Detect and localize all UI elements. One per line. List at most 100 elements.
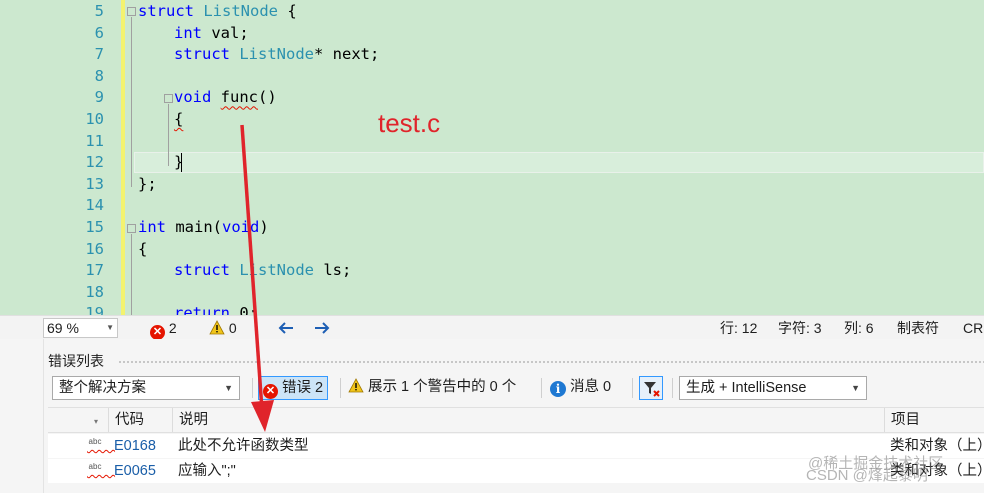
code-line-5: struct ListNode {: [138, 1, 297, 23]
errors-filter-button[interactable]: ✕ 错误 2: [258, 376, 329, 400]
watermark-text: CSDN @烽起黎明: [806, 467, 928, 484]
code-line-7: struct ListNode* next;: [174, 44, 379, 66]
filter-toggle-button[interactable]: [639, 376, 663, 400]
fold-collapse-icon[interactable]: [127, 7, 136, 16]
column-header-description[interactable]: 说明: [172, 408, 884, 432]
line-ending-indicator[interactable]: CRL: [963, 319, 984, 337]
change-tracking-bar: [121, 0, 125, 315]
code-text: {: [174, 110, 184, 128]
warning-icon: [209, 320, 225, 335]
zoom-value: 69 %: [47, 320, 79, 336]
code-line-9: void func(): [174, 87, 277, 109]
keyword: void: [222, 218, 260, 236]
toolbar-separator: [252, 378, 253, 398]
keyword: struct: [138, 2, 194, 20]
code-text: (: [212, 218, 223, 236]
line-number: 15: [85, 218, 104, 236]
warnings-filter-label: 展示 1 个警告中的 0 个: [368, 379, 517, 395]
row-indicator: 行: 12: [720, 320, 758, 336]
tab-mode-indicator[interactable]: 制表符: [897, 319, 939, 337]
keyword: struct: [174, 45, 230, 64]
code-text: (): [258, 88, 277, 107]
sort-grip-icon[interactable]: ▾: [94, 408, 106, 432]
fold-guide: [131, 17, 132, 187]
code-text: * next;: [314, 45, 380, 64]
line-number: 16: [85, 239, 104, 258]
spelling-error-icon: abc~~~~~~~~: [88, 462, 102, 471]
toolbar-separator: [672, 378, 673, 398]
keyword: int: [138, 218, 166, 236]
fold-collapse-icon[interactable]: [127, 224, 136, 233]
code-text: ): [259, 218, 269, 236]
error-count-indicator[interactable]: ✕ 2: [150, 319, 177, 340]
line-number: 9: [94, 88, 104, 107]
line-number: 18: [85, 282, 104, 301]
line-number: 14: [85, 196, 104, 215]
error-list-toolbar: 整个解决方案 ▼ ✕ 错误 2 展示 1 个警告中的 0 个 i 消息 0 生成 …: [48, 376, 984, 402]
code-line-17: struct ListNode ls;: [174, 260, 351, 282]
panel-title: 错误列表: [48, 353, 104, 369]
column-header-code[interactable]: 代码: [108, 408, 172, 432]
annotation-label: test.c: [378, 108, 441, 138]
line-number: 17: [85, 261, 104, 280]
warnings-filter-button[interactable]: 展示 1 个警告中的 0 个: [344, 376, 520, 400]
error-description: 此处不允许函数类型: [178, 438, 309, 454]
next-issue-button[interactable]: [313, 319, 331, 337]
code-line-19: return 0;: [174, 303, 258, 315]
editor-margin: [0, 0, 58, 315]
messages-filter-button[interactable]: i 消息 0: [546, 376, 615, 400]
chevron-down-icon: ▼: [106, 323, 114, 332]
toolbar-separator: [632, 378, 633, 398]
line-number: 5: [94, 2, 104, 20]
fold-guide: [168, 104, 169, 166]
previous-issue-button[interactable]: [277, 319, 295, 337]
error-code[interactable]: E0168: [114, 434, 156, 458]
zoom-dropdown[interactable]: 69 % ▼: [43, 318, 118, 338]
warning-icon: [348, 378, 364, 393]
source-value: 生成 + IntelliSense: [686, 380, 807, 396]
toolbar-separator: [541, 378, 542, 398]
code-text: {: [278, 2, 297, 20]
scope-dropdown[interactable]: 整个解决方案 ▼: [52, 376, 240, 400]
warning-count-indicator[interactable]: 0: [209, 319, 237, 337]
chevron-down-icon: ▼: [224, 383, 233, 393]
error-code[interactable]: E0065: [114, 459, 156, 483]
keyword: void: [174, 88, 212, 107]
function-name-error: func: [220, 88, 258, 107]
keyword: int: [174, 23, 202, 42]
scope-value: 整个解决方案: [59, 380, 146, 396]
char-indicator: 字符: 3: [778, 320, 822, 336]
line-number: 13: [85, 174, 104, 193]
code-editor[interactable]: 5 6 7 8 9 10 11 12 13 14 15 16 17 18 19 …: [0, 0, 984, 315]
line-number: 10: [85, 110, 104, 128]
code-line-10: {: [174, 109, 183, 131]
arrow-left-icon: [278, 322, 293, 334]
panel-drag-grip[interactable]: [118, 360, 984, 364]
code-text: {: [138, 239, 148, 258]
code-text: ls;: [314, 261, 352, 280]
type-name: ListNode: [203, 2, 278, 20]
error-grid-header: ▾ 代码 说明 项目: [48, 407, 984, 433]
column-indicator: 列: 6: [844, 320, 874, 336]
spelling-error-icon: abc~~~~~~~~: [88, 437, 102, 446]
error-icon: ✕: [263, 384, 278, 399]
error-count: 2: [168, 320, 177, 336]
line-number: 8: [94, 66, 104, 85]
code-line-6: int val;: [174, 23, 249, 45]
source-dropdown[interactable]: 生成 + IntelliSense ▼: [679, 376, 867, 400]
filter-icon: [644, 382, 660, 397]
line-number-gutter: 5 6 7 8 9 10 11 12 13 14 15 16 17 18 19: [58, 0, 104, 315]
error-icon: ✕: [150, 325, 165, 340]
line-number: 6: [94, 23, 104, 42]
chevron-down-icon: ▼: [851, 383, 860, 393]
type-name: ListNode: [239, 45, 314, 64]
code-line-16: {: [138, 239, 147, 261]
text-caret: [181, 153, 182, 172]
current-line-highlight: [134, 152, 984, 173]
fold-collapse-icon[interactable]: [164, 94, 173, 103]
column-header-project[interactable]: 项目: [884, 408, 984, 432]
panel-left-edge: [0, 339, 44, 493]
keyword: return: [174, 304, 230, 315]
info-icon: i: [550, 381, 566, 397]
fold-guide: [131, 234, 132, 315]
